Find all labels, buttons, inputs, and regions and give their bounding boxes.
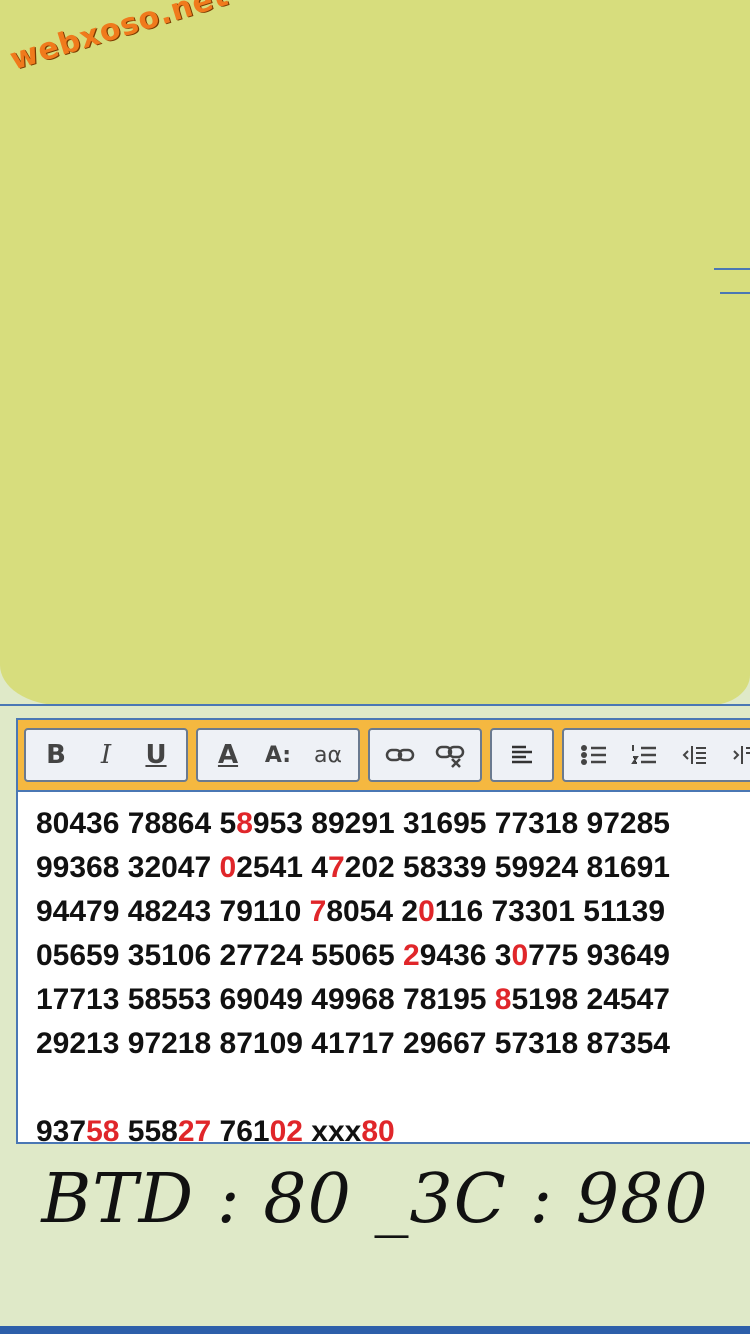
- number-text: 761: [211, 1115, 270, 1148]
- highlighted-digits: 7: [309, 895, 327, 928]
- highlighted-digits: 27: [177, 1115, 212, 1148]
- align-left-icon: [512, 745, 532, 764]
- number-row: 99368 32047 02541 47202 58339 59924 8169…: [36, 846, 750, 890]
- number-row: 05659 35106 27724 55065 29436 30775 9364…: [36, 934, 750, 978]
- highlighted-digits: 80: [361, 1115, 395, 1148]
- number-text: 8054 2: [326, 895, 419, 928]
- highlighted-digits: 7: [327, 851, 345, 884]
- number-text: 937: [36, 1115, 87, 1148]
- number-text: 05659 35106 27724 55065: [36, 939, 404, 972]
- underline-button[interactable]: U: [134, 733, 178, 777]
- link-icon: [385, 748, 415, 762]
- highlighted-digits: 0: [418, 895, 435, 928]
- text-case-button[interactable]: aα: [306, 733, 350, 777]
- rich-text-editor: B I U A A: aα 80436 78864 58953 89291 31…: [16, 718, 750, 1148]
- format-group: B I U: [24, 728, 188, 782]
- number-text: 953 89291 31695 77318 97285: [252, 807, 670, 840]
- number-text: 202 58339 59924 81691: [344, 851, 670, 884]
- redaction-blob: [0, 0, 750, 705]
- highlighted-digits: 8: [494, 983, 512, 1016]
- number-row: 94479 48243 79110 78054 20116 73301 5113…: [36, 890, 750, 934]
- number-text: 94479 48243 79110: [36, 895, 310, 928]
- bullet-list-icon: [581, 745, 606, 765]
- align-group: [490, 728, 554, 782]
- italic-button[interactable]: I: [84, 733, 128, 777]
- number-row: 80436 78864 58953 89291 31695 77318 9728…: [36, 802, 750, 846]
- bold-button[interactable]: B: [34, 733, 78, 777]
- font-group: A A: aα: [196, 728, 360, 782]
- editor-content[interactable]: 80436 78864 58953 89291 31695 77318 9728…: [18, 792, 750, 1154]
- number-text: 558: [119, 1115, 178, 1148]
- highlighted-digits: 8: [236, 807, 253, 840]
- editor-toolbar: B I U A A: aα: [18, 720, 750, 792]
- list-group: [562, 728, 750, 782]
- result-row: 93758 55827 76102 xxx80: [36, 1110, 750, 1154]
- number-text: 775 93649: [528, 939, 670, 972]
- number-text: 116 73301 51139: [434, 895, 666, 928]
- number-text: 17713 58553 69049 49968 78195: [36, 983, 495, 1016]
- outdent-button[interactable]: [672, 733, 716, 777]
- number-text: 80436 78864 5: [36, 807, 237, 840]
- highlighted-digits: 0: [511, 939, 529, 972]
- divider: [720, 292, 750, 294]
- divider: [714, 268, 750, 270]
- number-text: 29213 97218 87109 41717 29667 57318 8735…: [36, 1027, 670, 1060]
- font-size-button[interactable]: A:: [256, 733, 300, 777]
- caption-text: BTD : 80 _3C : 980: [41, 1160, 709, 1239]
- numbered-list-button[interactable]: [622, 733, 666, 777]
- align-left-button[interactable]: [500, 733, 544, 777]
- number-text: xxx: [302, 1115, 362, 1148]
- number-text: 99368 32047: [36, 851, 220, 884]
- number-text: 9436 3: [419, 939, 512, 972]
- unlink-button[interactable]: [428, 733, 472, 777]
- highlighted-digits: 2: [403, 939, 420, 972]
- highlighted-digits: 0: [219, 851, 237, 884]
- bullet-list-button[interactable]: [572, 733, 616, 777]
- number-text: 5198 24547: [511, 983, 670, 1016]
- outdent-icon: [682, 746, 706, 764]
- divider: [0, 704, 750, 706]
- indent-icon: [733, 746, 750, 764]
- link-group: [368, 728, 482, 782]
- number-row: 17713 58553 69049 49968 78195 85198 2454…: [36, 978, 750, 1022]
- unlink-icon: [435, 745, 465, 768]
- highlighted-digits: 02: [269, 1115, 303, 1148]
- numbered-list-icon: [631, 745, 656, 764]
- highlighted-digits: 58: [86, 1115, 120, 1148]
- number-text: 2541 4: [236, 851, 328, 884]
- bottom-bar: [0, 1326, 750, 1334]
- font-color-button[interactable]: A: [206, 733, 250, 777]
- number-row: 29213 97218 87109 41717 29667 57318 8735…: [36, 1022, 750, 1066]
- indent-button[interactable]: [722, 733, 750, 777]
- link-button[interactable]: [378, 733, 422, 777]
